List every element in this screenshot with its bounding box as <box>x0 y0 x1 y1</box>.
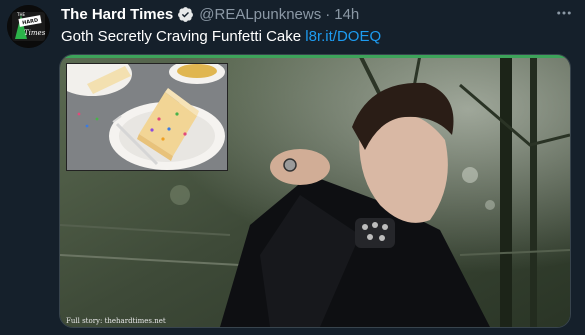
tweet-body: Goth Secretly Craving Funfetti Cake <box>61 28 306 45</box>
tweet-text: Goth Secretly Craving Funfetti Cake l8r.… <box>61 28 381 46</box>
svg-text:THE: THE <box>16 12 25 17</box>
svg-text:Times: Times <box>24 29 46 37</box>
avatar[interactable]: HARD Times THE <box>7 5 50 48</box>
hard-times-logo: HARD Times THE <box>7 5 50 48</box>
card-accent-bar <box>60 55 570 58</box>
display-name[interactable]: The Hard Times <box>61 6 173 23</box>
tweet-header: The Hard Times @REALpunknews · 14h <box>61 5 359 23</box>
more-icon[interactable] <box>553 4 575 22</box>
user-handle[interactable]: @REALpunknews <box>199 6 321 23</box>
cake-inset-image <box>66 63 228 171</box>
separator-dot: · <box>325 5 331 23</box>
verified-badge-icon <box>177 6 194 23</box>
timestamp[interactable]: 14h <box>334 6 359 23</box>
tweet[interactable]: HARD Times THE The Hard Times @REALpunkn… <box>0 0 585 335</box>
card-caption: Full story: thehardtimes.net <box>66 317 166 325</box>
tweet-link[interactable]: l8r.it/DOEQ <box>305 28 381 45</box>
link-card[interactable]: Full story: thehardtimes.net <box>59 54 571 328</box>
